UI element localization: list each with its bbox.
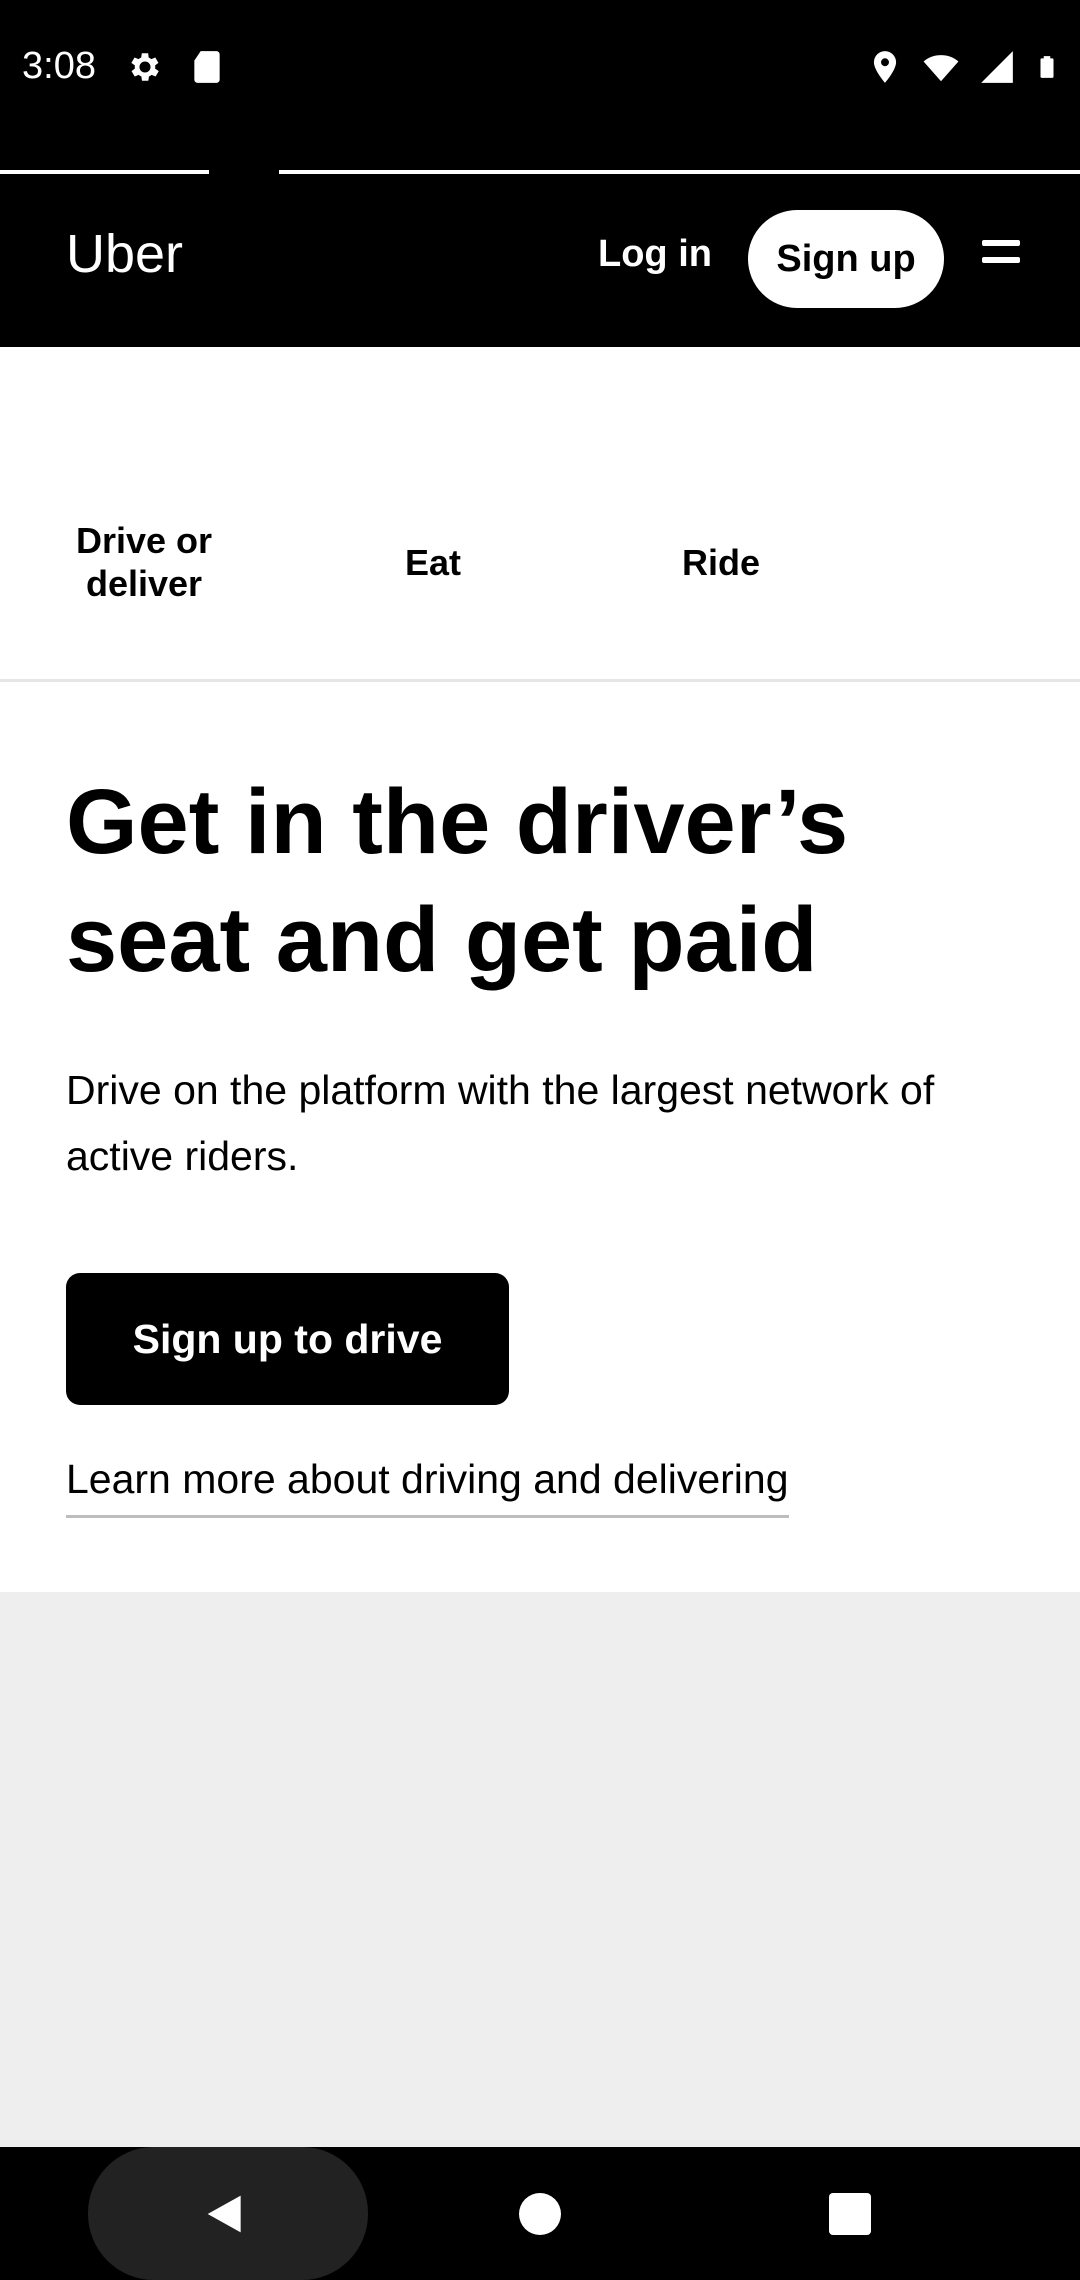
gear-icon — [131, 53, 159, 81]
login-link[interactable]: Log in — [598, 232, 712, 276]
system-navigation-bar — [0, 2147, 1080, 2280]
recents-icon[interactable] — [829, 2193, 871, 2235]
learn-more-link[interactable]: Learn more about driving and delivering — [66, 1455, 789, 1518]
wifi-icon — [923, 55, 959, 82]
battery-icon — [1040, 56, 1054, 78]
hamburger-menu-icon[interactable] — [982, 240, 1022, 274]
hero-title: Get in the driver’s seat and get paid — [66, 771, 849, 991]
loading-bar-segment — [279, 170, 1080, 174]
status-bar: 3:08 — [0, 0, 1080, 136]
product-tabs: Drive or deliver Eat Ride — [0, 347, 1080, 682]
tab-ride[interactable]: Ride — [621, 517, 821, 607]
signal-icon — [981, 51, 1013, 83]
sign-up-to-drive-button[interactable]: Sign up to drive — [66, 1273, 509, 1405]
location-icon — [873, 51, 897, 83]
uber-logo[interactable]: Uber — [66, 224, 183, 284]
tab-drive-or-deliver[interactable]: Drive or deliver — [44, 517, 244, 607]
status-left-icons — [126, 48, 226, 86]
signup-button[interactable]: Sign up — [748, 210, 944, 308]
loading-bar-segment — [0, 170, 209, 174]
site-header: Uber Log in Sign up — [0, 136, 1080, 347]
status-time: 3:08 — [22, 45, 96, 87]
hero-subtitle: Drive on the platform with the largest n… — [66, 1067, 935, 1179]
sd-card-icon — [194, 51, 220, 83]
content-placeholder — [0, 1592, 1080, 2147]
status-right-icons — [866, 48, 1060, 86]
home-icon[interactable] — [519, 2193, 561, 2235]
tab-eat[interactable]: Eat — [333, 517, 533, 607]
hero-section: Get in the driver’s seat and get paid Dr… — [0, 685, 1080, 1592]
back-icon[interactable] — [204, 2191, 248, 2237]
